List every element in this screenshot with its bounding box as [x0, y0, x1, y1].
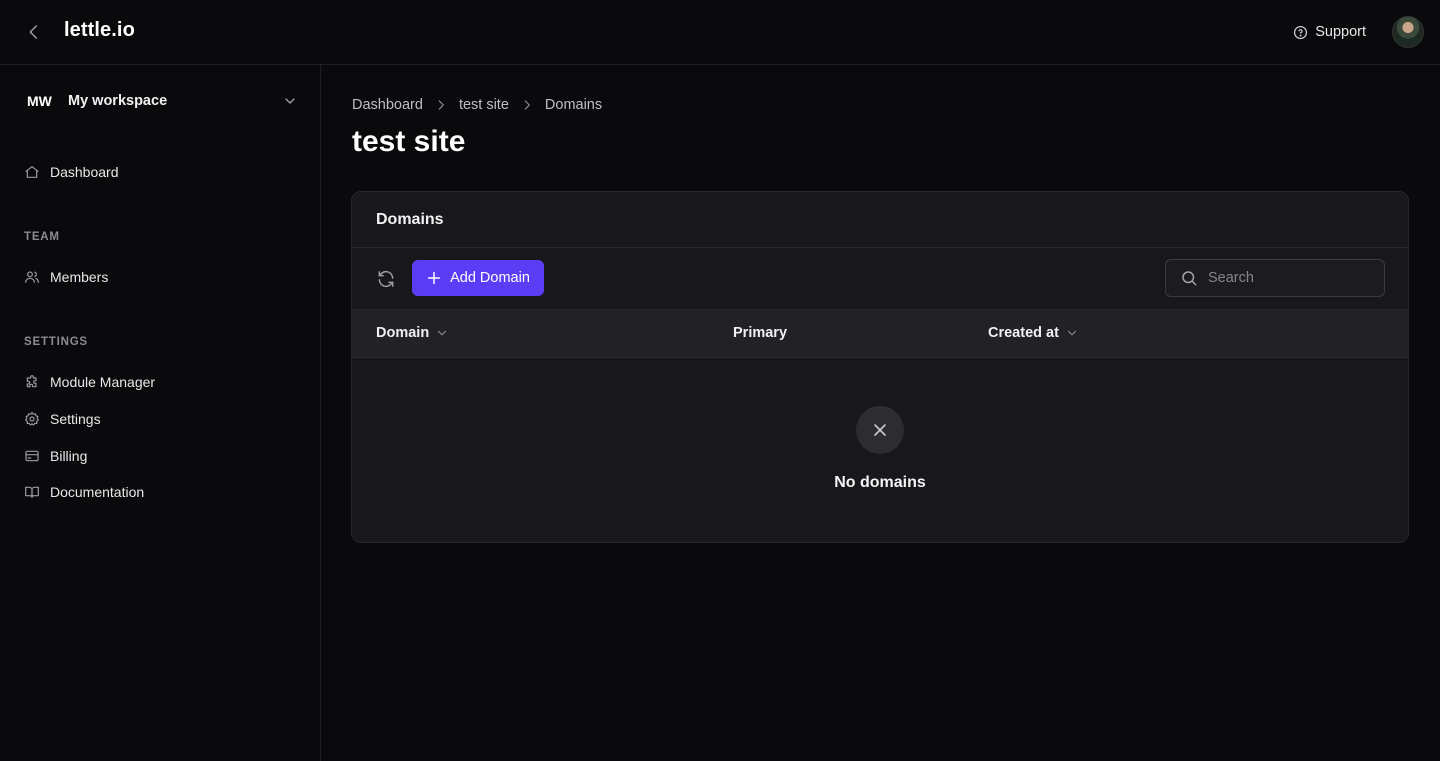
search-box — [1165, 259, 1385, 297]
x-circle-icon — [856, 406, 904, 454]
brand-logo[interactable]: lettle.io — [64, 19, 135, 42]
user-avatar[interactable] — [1392, 16, 1424, 48]
sidebar-item-settings[interactable]: Settings — [24, 408, 101, 430]
workspace-initials: MW — [27, 93, 52, 109]
sidebar-item-label: Settings — [50, 411, 101, 427]
empty-state: No domains — [352, 358, 1408, 542]
back-arrow-icon[interactable] — [22, 20, 46, 44]
column-label: Primary — [733, 325, 788, 341]
card-title: Domains — [352, 192, 1408, 248]
breadcrumb: Dashboard test site Domains — [352, 97, 602, 113]
add-domain-button[interactable]: Add Domain — [412, 260, 544, 296]
sidebar-item-module-manager[interactable]: Module Manager — [24, 371, 155, 393]
search-icon — [1182, 271, 1197, 286]
column-header-primary: Primary — [733, 325, 787, 341]
puzzle-icon — [26, 375, 37, 388]
home-icon — [25, 166, 39, 178]
card-toolbar: Add Domain — [352, 248, 1408, 309]
column-label: Domain — [376, 325, 430, 341]
users-icon — [25, 271, 39, 283]
chevron-right-icon — [509, 98, 545, 112]
column-header-domain[interactable]: Domain — [376, 325, 449, 341]
domains-card: Domains Add Domain Domain Primary — [351, 191, 1409, 543]
help-circle-icon — [1294, 25, 1308, 39]
workspace-name: My workspace — [68, 93, 168, 109]
main-content: Dashboard test site Domains test site Do… — [321, 65, 1440, 761]
add-domain-label: Add Domain — [450, 270, 530, 286]
sidebar-item-billing[interactable]: Billing — [24, 445, 87, 467]
breadcrumb-test-site[interactable]: test site — [459, 97, 509, 113]
column-header-created-at[interactable]: Created at — [988, 325, 1079, 341]
search-input[interactable] — [1208, 270, 1368, 286]
sidebar-item-label: Documentation — [50, 484, 145, 500]
refresh-icon[interactable] — [374, 267, 398, 291]
sidebar: MW My workspace Dashboard TEAM Members S… — [0, 65, 321, 761]
chevron-down-icon — [285, 98, 295, 104]
top-bar: lettle.io Support — [0, 0, 1440, 65]
sidebar-item-label: Dashboard — [50, 164, 119, 180]
support-label: Support — [1315, 24, 1366, 40]
chevron-right-icon — [423, 98, 459, 112]
book-icon — [25, 486, 39, 498]
workspace-switcher[interactable]: MW My workspace — [24, 89, 298, 113]
plus-icon — [428, 271, 441, 285]
section-label-settings: SETTINGS — [24, 336, 88, 348]
breadcrumb-domains[interactable]: Domains — [545, 97, 602, 113]
table-header: Domain Primary Created at — [352, 309, 1408, 358]
sidebar-item-members[interactable]: Members — [24, 266, 108, 288]
chevron-down-icon — [1067, 330, 1077, 336]
section-label-team: TEAM — [24, 231, 60, 243]
gear-icon — [25, 412, 39, 426]
empty-state-message: No domains — [834, 474, 926, 491]
sidebar-item-label: Module Manager — [50, 374, 156, 390]
column-label: Created at — [988, 325, 1059, 341]
sidebar-item-dashboard[interactable]: Dashboard — [24, 161, 119, 183]
sidebar-item-label: Members — [50, 269, 109, 285]
page-title: test site — [352, 125, 466, 158]
breadcrumb-dashboard[interactable]: Dashboard — [352, 97, 423, 113]
support-link[interactable]: Support — [1293, 22, 1366, 42]
chevron-down-icon — [438, 330, 447, 336]
credit-card-icon — [25, 450, 39, 462]
sidebar-item-documentation[interactable]: Documentation — [24, 481, 144, 503]
sidebar-item-label: Billing — [50, 448, 88, 464]
